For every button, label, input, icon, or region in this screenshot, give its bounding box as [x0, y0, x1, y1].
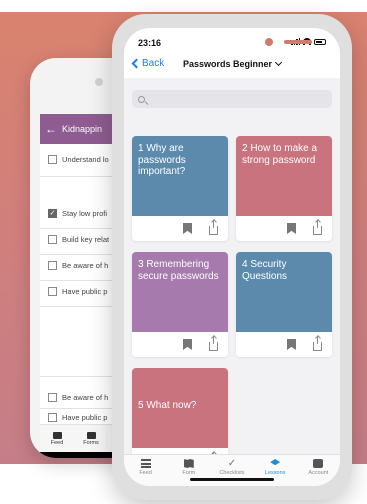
tab-label: Form — [182, 470, 196, 476]
feed-icon — [52, 431, 62, 439]
card-actions — [236, 216, 332, 241]
bookmark-icon[interactable] — [287, 223, 296, 234]
checkbox[interactable] — [48, 154, 57, 164]
checklist-item-label: Be aware of h — [62, 260, 109, 270]
tab-bar: Feed Form ✓ Checklists Lessons Account — [124, 454, 340, 486]
lesson-card-title: 1 Why are passwords important? — [132, 136, 228, 216]
nav-bar: Back Passwords Beginner — [124, 52, 340, 78]
page-title-text: Passwords Beginner — [182, 59, 273, 69]
triangle-back-icon[interactable]: ◁ — [70, 458, 77, 459]
search-bar[interactable] — [132, 90, 332, 108]
checklist-item-label: Stay low profi — [62, 208, 108, 218]
tab-label: Forms — [83, 439, 99, 446]
checklist-item-label: Have public p — [62, 412, 108, 422]
lesson-card-title: 5 What now? — [132, 368, 228, 448]
front-phone-screen: 23:16 Back Passwords Beginner 1 Why are … — [124, 28, 340, 486]
tab-feed[interactable]: Feed — [126, 455, 166, 486]
tab-checklists[interactable]: ✓ Checklists — [212, 455, 252, 486]
tab-label: Lessons — [264, 470, 286, 476]
card-actions — [236, 332, 332, 357]
camera-dot — [95, 78, 103, 86]
account-icon — [313, 459, 324, 468]
lesson-card-title: 2 How to make a strong password — [236, 136, 332, 216]
battery-icon — [314, 38, 326, 45]
checklist-item-label: Build key relat — [62, 234, 110, 244]
lesson-card[interactable]: 2 How to make a strong password — [236, 136, 332, 241]
arrow-left-icon[interactable]: ← — [40, 122, 62, 136]
share-icon[interactable] — [313, 219, 322, 235]
checkbox-checked[interactable]: ✓ — [48, 208, 57, 218]
card-actions — [132, 216, 228, 241]
checkbox[interactable] — [48, 260, 57, 270]
search-input[interactable] — [149, 94, 319, 104]
front-phone: 23:16 Back Passwords Beginner 1 Why are … — [112, 14, 352, 500]
feed-icon — [140, 459, 151, 468]
tab-forms[interactable]: Forms — [74, 425, 108, 452]
checkbox[interactable] — [48, 234, 57, 244]
tab-label: Feed — [50, 439, 64, 446]
home-indicator[interactable] — [190, 478, 274, 481]
search-icon — [138, 95, 145, 103]
share-icon[interactable] — [313, 335, 322, 351]
share-icon[interactable] — [209, 335, 218, 351]
checkbox[interactable] — [48, 392, 57, 402]
checkbox[interactable] — [48, 412, 57, 422]
checkbox[interactable] — [48, 286, 57, 296]
checklist-icon: ✓ — [227, 458, 237, 469]
status-time: 23:16 — [138, 38, 162, 48]
lesson-card[interactable]: 4 Security Questions — [236, 252, 332, 357]
share-icon[interactable] — [209, 219, 218, 235]
camera-dot — [265, 38, 273, 46]
bookmark-icon[interactable] — [287, 339, 296, 350]
checklist-item-label: Have public p — [62, 286, 108, 296]
checklist-item-label: Understand lo — [62, 154, 109, 164]
lesson-card-title: 3 Remembering secure passwords — [132, 252, 228, 332]
tab-lessons[interactable]: Lessons — [255, 455, 295, 486]
tab-account[interactable]: Account — [298, 455, 338, 486]
lesson-card-title: 4 Security Questions — [236, 252, 332, 332]
chevron-down-icon — [274, 58, 283, 67]
tab-form[interactable]: Form — [169, 455, 209, 486]
tab-label: Checklists — [219, 470, 245, 476]
lessons-icon — [270, 459, 281, 466]
bookmark-icon[interactable] — [183, 223, 192, 234]
page-title[interactable]: Passwords Beginner — [124, 58, 340, 69]
card-actions — [132, 332, 228, 357]
tab-label: Feed — [139, 470, 152, 476]
form-icon — [183, 459, 194, 468]
lesson-card[interactable]: 3 Remembering secure passwords — [132, 252, 228, 357]
speaker-slot — [284, 40, 312, 44]
tab-feed[interactable]: Feed — [40, 425, 74, 452]
form-icon — [86, 431, 96, 439]
lesson-card[interactable]: 1 Why are passwords important? — [132, 136, 228, 241]
back-phone-title: Kidnappin — [62, 124, 103, 134]
checklist-item-label: Be aware of h — [62, 392, 109, 402]
tab-label: Account — [308, 470, 329, 476]
bookmark-icon[interactable] — [183, 339, 192, 350]
